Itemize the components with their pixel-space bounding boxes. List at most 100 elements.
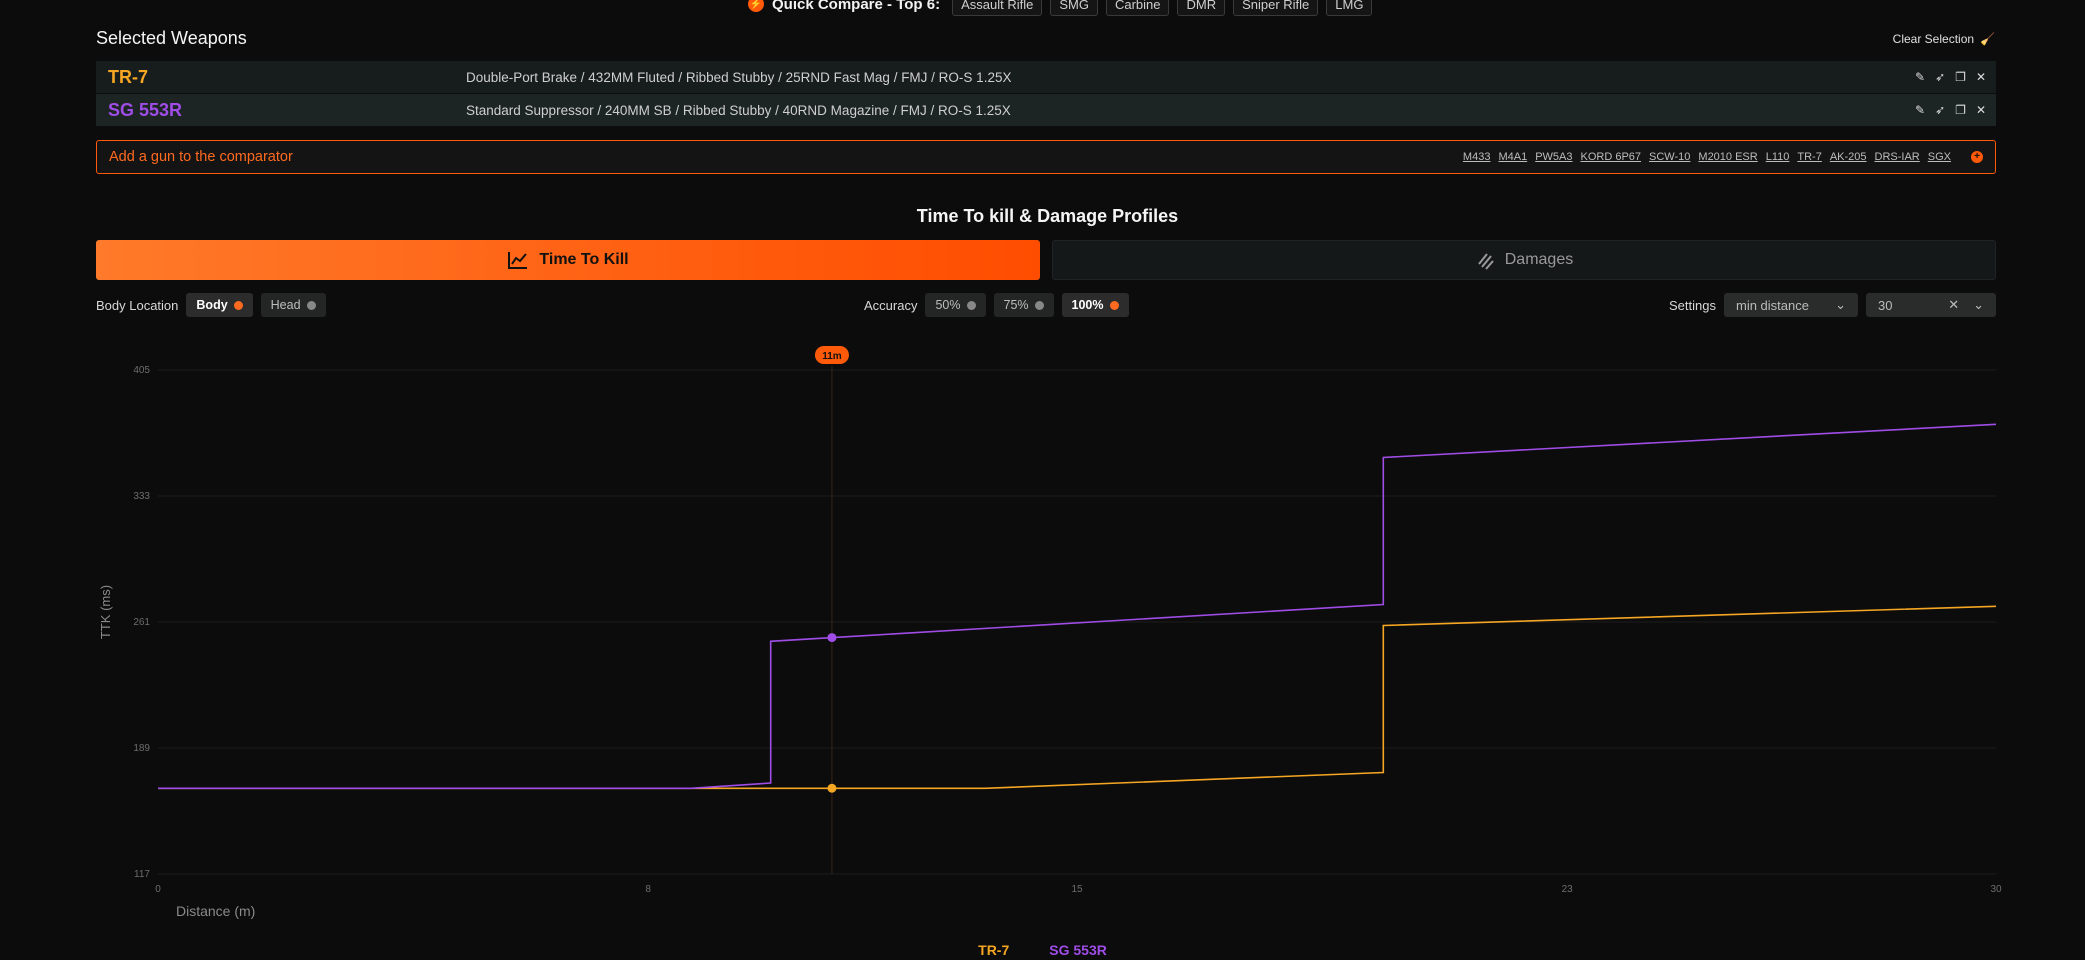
edit-icon[interactable]: ✎ (1915, 103, 1925, 117)
settings-label: Settings (1669, 297, 1716, 313)
copy-icon[interactable]: ❐ (1955, 70, 1966, 84)
clear-selection-label: Clear Selection (1892, 32, 1975, 46)
selected-weapons-title: Selected Weapons (96, 28, 247, 48)
clear-icon[interactable]: ✕ (1948, 297, 1959, 313)
accuracy-100-chip[interactable]: 100% (1061, 293, 1129, 317)
y-axis-label: TTK (ms) (98, 585, 113, 639)
gun-link[interactable]: PW5A3 (1535, 151, 1572, 163)
select-value: min distance (1736, 297, 1809, 313)
weapon-row: SG 553R Standard Suppressor / 240MM SB /… (96, 94, 1996, 126)
gun-link[interactable]: TR-7 (1797, 151, 1821, 163)
accuracy-group: Accuracy 50% 75% 100% (864, 292, 1129, 318)
settings-group: Settings min distance ⌄ 30 ✕ ⌄ (1669, 292, 1996, 318)
y-tick-label: 189 (133, 743, 150, 754)
accuracy-50-chip[interactable]: 50% (925, 293, 986, 317)
settings-mode-select[interactable]: min distance ⌄ (1724, 293, 1858, 317)
quick-compare-lmg[interactable]: LMG (1326, 0, 1373, 16)
quick-compare-smg[interactable]: SMG (1050, 0, 1098, 16)
gun-link[interactable]: DRS-IAR (1875, 151, 1920, 163)
cursor-point-1 (827, 633, 837, 643)
y-tick-label: 261 (133, 617, 150, 628)
quick-compare-sniper-rifle[interactable]: Sniper Rifle (1233, 0, 1319, 16)
add-gun-label: Add a gun to the comparator (109, 149, 293, 165)
accuracy-75-chip[interactable]: 75% (993, 293, 1054, 317)
tab-label: Damages (1504, 251, 1574, 268)
cursor-point-0 (827, 783, 837, 793)
quick-compare-dmr[interactable]: DMR (1177, 0, 1226, 16)
body-location-label: Body Location (96, 297, 179, 313)
section-title: Time To kill & Damage Profiles (916, 206, 1179, 226)
x-tick-label: 8 (645, 884, 651, 895)
y-tick-label: 333 (133, 491, 150, 502)
gun-links: M433 M4A1 PW5A3 KORD 6P67 SCW-10 M2010 E… (1463, 151, 1951, 163)
copy-icon[interactable]: ❐ (1955, 103, 1966, 117)
quick-compare-assault-rifle[interactable]: Assault Rifle (952, 0, 1043, 16)
chip-label: 100% (1071, 298, 1104, 312)
gun-link[interactable]: M433 (1463, 151, 1491, 163)
chevron-down-icon: ⌄ (1973, 297, 1984, 312)
x-tick-label: 0 (155, 884, 161, 895)
chevron-down-icon: ⌄ (1835, 297, 1846, 312)
quick-compare-bar: ⚡ Quick Compare - Top 6: Assault Rifle S… (748, 0, 1373, 16)
gun-link[interactable]: L110 (1766, 151, 1790, 163)
body-location-group: Body Location Body Head (96, 292, 326, 318)
ttk-chart[interactable]: 117 189 261 333 405 0 8 15 23 30 TTK (ms) Distance … (0, 330, 2085, 930)
close-icon[interactable]: ✕ (1976, 103, 1986, 117)
chip-label: 75% (1003, 298, 1029, 312)
status-dot (1109, 300, 1119, 310)
body-chip[interactable]: Body (186, 293, 253, 317)
weapon-build: Standard Suppressor / 240MM SB / Ribbed … (466, 102, 1011, 118)
close-icon[interactable]: ✕ (1976, 70, 1986, 84)
select-value: 30 (1878, 297, 1893, 313)
y-tick-label: 117 (134, 869, 150, 880)
quick-compare-carbine[interactable]: Carbine (1105, 0, 1170, 16)
gun-link[interactable]: AK-205 (1830, 151, 1867, 163)
weapon-row: TR-7 Double-Port Brake / 432MM Fluted / … (96, 61, 1996, 93)
gun-link[interactable]: M4A1 (1498, 151, 1527, 163)
head-chip[interactable]: Head (260, 293, 326, 317)
status-dot (966, 300, 976, 310)
tab-damages[interactable]: Damages (1052, 240, 1996, 280)
chip-label: Head (270, 298, 301, 312)
rocket-icon[interactable]: ➶ (1935, 103, 1945, 117)
status-dot (306, 300, 316, 310)
tab-time-to-kill[interactable]: Time To Kill (96, 240, 1040, 280)
filter-bar: Body Location Body Head Accuracy 50% 75%… (96, 292, 1996, 318)
x-tick-label: 30 (1990, 884, 2002, 895)
clear-selection-button[interactable]: Clear Selection 🧹 (1893, 32, 1995, 46)
gun-link[interactable]: SGX (1928, 151, 1951, 163)
chart-legend: TR-7 SG 553R (0, 942, 2085, 958)
gun-link[interactable]: KORD 6P67 (1581, 151, 1642, 163)
plus-icon[interactable]: + (1971, 151, 1983, 163)
status-dot (1034, 300, 1044, 310)
claw-marks-icon (1477, 253, 1494, 270)
x-tick-label: 23 (1562, 884, 1574, 895)
legend-entry-tr7[interactable]: TR-7 (978, 942, 1009, 958)
line-chart-icon (508, 252, 528, 269)
x-axis-label: Distance (m) (176, 903, 255, 919)
weapon-name: SG 553R (108, 99, 183, 120)
legend-entry-sg553r[interactable]: SG 553R (1049, 942, 1107, 958)
broom-icon: 🧹 (1980, 32, 1995, 46)
quick-compare-label: Quick Compare - Top 6: (772, 0, 941, 13)
weapon-name: TR-7 (108, 66, 148, 87)
lightning-icon: ⚡ (748, 0, 764, 12)
cursor-label: 11m (822, 351, 842, 362)
add-gun-bar[interactable]: Add a gun to the comparator M433 M4A1 PW… (96, 140, 1996, 174)
series-line-0 (158, 605, 1997, 790)
y-tick-label: 405 (133, 365, 150, 376)
gun-link[interactable]: SCW-10 (1649, 151, 1690, 163)
app-root: ⚡ Quick Compare - Top 6: Assault Rifle S… (0, 0, 2085, 960)
x-tick-label: 15 (1071, 884, 1083, 895)
weapon-build: Double-Port Brake / 432MM Fluted / Ribbe… (466, 69, 1012, 85)
series-line-1 (158, 423, 1997, 790)
settings-value-select[interactable]: 30 ✕ ⌄ (1866, 293, 1996, 317)
chip-label: 50% (935, 298, 961, 312)
accuracy-label: Accuracy (864, 297, 918, 313)
status-dot (233, 300, 243, 310)
gun-link[interactable]: M2010 ESR (1698, 151, 1757, 163)
edit-icon[interactable]: ✎ (1915, 70, 1925, 84)
tab-label: Time To Kill (539, 251, 629, 268)
chip-label: Body (196, 298, 228, 312)
rocket-icon[interactable]: ➶ (1935, 70, 1945, 84)
